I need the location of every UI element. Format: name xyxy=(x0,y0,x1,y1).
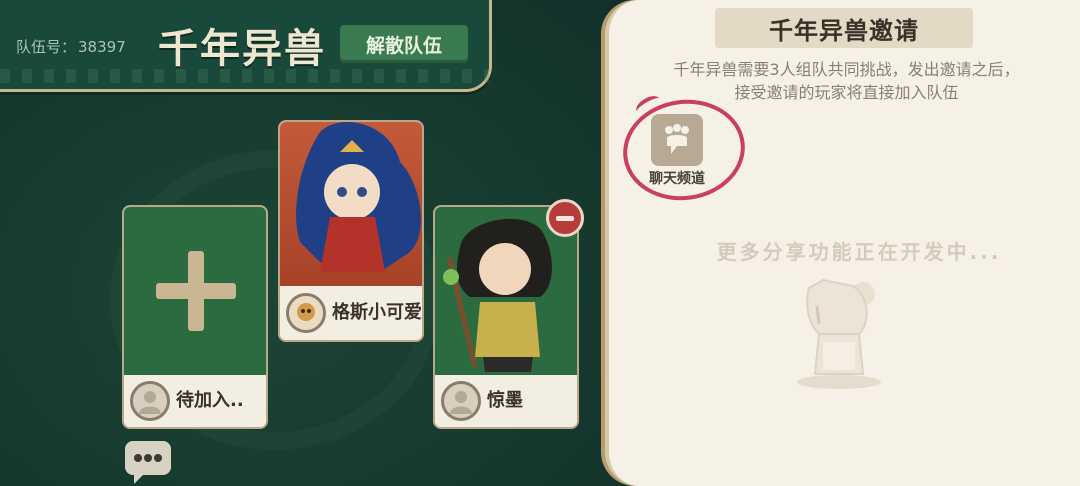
invite-description: 千年异兽需要3人组队共同挑战，发出邀请之后， 接受邀请的玩家将直接加入队伍 xyxy=(619,58,1074,104)
more-features-text: 更多分享功能正在开发中... xyxy=(716,240,1002,264)
plus-icon[interactable] xyxy=(156,251,236,331)
mascot-illustration xyxy=(789,272,889,390)
chat-bubble-icon[interactable] xyxy=(124,440,172,484)
invite-panel: 千年异兽邀请 千年异兽需要3人组队共同挑战，发出邀请之后， 接受邀请的玩家将直接… xyxy=(605,0,1080,486)
member-name-bar: 格斯小可爱 xyxy=(280,286,422,340)
page-title: 千年异兽 xyxy=(158,26,326,72)
chat-channel-button[interactable]: 聊天频道 xyxy=(645,114,709,187)
member-name-bar: 惊墨 xyxy=(435,375,577,427)
empty-slot-portrait xyxy=(124,207,266,379)
avatar-placeholder-icon xyxy=(130,381,170,421)
avatar-placeholder-icon xyxy=(441,381,481,421)
invite-slot-card[interactable]: 待加入.. xyxy=(122,205,268,429)
team-number-value: 38397 xyxy=(78,38,126,56)
member-name: 格斯小可爱 xyxy=(332,302,422,323)
character-portrait xyxy=(280,122,422,290)
team-header: 队伍号： 38397 千年异兽 解散队伍 xyxy=(0,0,492,92)
chat-channel-icon xyxy=(651,114,703,166)
disband-team-button[interactable]: 解散队伍 xyxy=(340,25,468,63)
member-name: 惊墨 xyxy=(487,390,523,411)
member-card[interactable]: 惊墨 xyxy=(433,205,579,429)
member-name: 待加入.. xyxy=(176,390,244,411)
invite-panel-title: 千年异兽邀请 xyxy=(715,8,973,48)
chat-channel-label: 聊天频道 xyxy=(649,171,705,187)
member-card-leader[interactable]: 格斯小可爱 xyxy=(278,120,424,342)
member-name-bar: 待加入.. xyxy=(124,375,266,427)
team-number-label: 队伍号： xyxy=(16,38,77,56)
avatar xyxy=(286,293,326,333)
remove-member-icon[interactable] xyxy=(546,199,584,237)
invite-description-line: 千年异兽需要3人组队共同挑战，发出邀请之后， xyxy=(673,60,1020,79)
team-number: 队伍号： 38397 xyxy=(16,36,128,57)
